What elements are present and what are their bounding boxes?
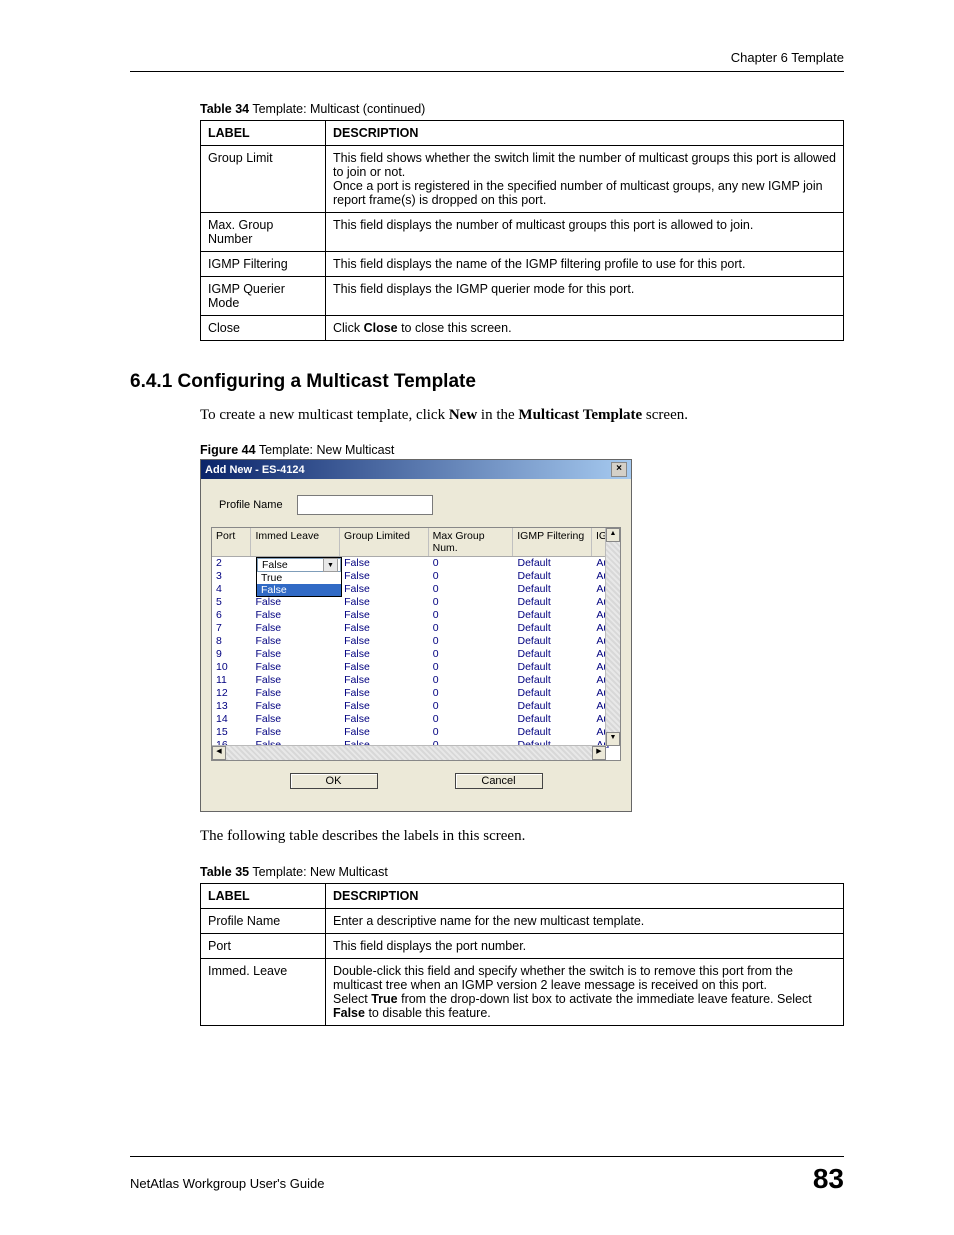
desc-cell: Double-click this field and specify whet… — [326, 958, 844, 1025]
figure44-number: Figure 44 — [200, 443, 256, 457]
grid-row[interactable]: 15FalseFalse0DefaultAu — [212, 726, 620, 739]
table35-number: Table 35 — [200, 865, 249, 879]
grid-row[interactable]: 14FalseFalse0DefaultAu — [212, 713, 620, 726]
desc-cell: This field displays the port number. — [326, 933, 844, 958]
scroll-left-icon[interactable]: ◀ — [212, 746, 226, 760]
table-row: CloseClick Close to close this screen. — [201, 316, 844, 341]
table-row: Profile NameEnter a descriptive name for… — [201, 908, 844, 933]
add-new-dialog: Add New - ES-4124 × Profile Name Port Im… — [200, 459, 632, 812]
scroll-up-icon[interactable]: ▲ — [606, 528, 620, 542]
dialog-title-text: Add New - ES-4124 — [205, 464, 305, 476]
dropdown-option-true[interactable]: True — [257, 572, 341, 584]
dialog-titlebar: Add New - ES-4124 × — [201, 460, 631, 479]
table35: LABEL DESCRIPTION Profile NameEnter a de… — [200, 883, 844, 1026]
label-cell: Group Limit — [201, 146, 326, 213]
grid-row[interactable]: 6FalseFalse0DefaultAu — [212, 609, 620, 622]
label-cell: Max. Group Number — [201, 213, 326, 252]
table34: LABEL DESCRIPTION Group LimitThis field … — [200, 120, 844, 341]
chapter-header: Chapter 6 Template — [130, 50, 844, 65]
label-cell: IGMP Querier Mode — [201, 277, 326, 316]
table34-title: Template: Multicast (continued) — [249, 102, 425, 116]
label-cell: Profile Name — [201, 908, 326, 933]
grid-row[interactable]: 5FalseFalse0DefaultAu — [212, 596, 620, 609]
col-port[interactable]: Port — [212, 528, 251, 556]
grid-row[interactable]: 12FalseFalse0DefaultAu — [212, 687, 620, 700]
desc-cell: This field shows whether the switch limi… — [326, 146, 844, 213]
scroll-down-icon[interactable]: ▼ — [606, 732, 620, 746]
grid-row[interactable]: 9FalseFalse0DefaultAu — [212, 648, 620, 661]
desc-cell: This field displays the name of the IGMP… — [326, 252, 844, 277]
desc-cell: This field displays the number of multic… — [326, 213, 844, 252]
col-igmp-filtering[interactable]: IGMP Filtering — [513, 528, 592, 556]
dropdown-option-false[interactable]: False — [257, 584, 341, 596]
col-group-limited[interactable]: Group Limited — [340, 528, 429, 556]
immed-leave-dropdown[interactable]: False ▼ True False — [256, 557, 342, 597]
grid-header: Port Immed Leave Group Limited Max Group… — [212, 528, 620, 557]
grid-row[interactable]: 10FalseFalse0DefaultAu — [212, 661, 620, 674]
label-cell: Close — [201, 316, 326, 341]
section-heading: 6.4.1 Configuring a Multicast Template — [130, 371, 844, 393]
table35-intro: The following table describes the labels… — [200, 826, 844, 846]
table-row: IGMP FilteringThis field displays the na… — [201, 252, 844, 277]
table35-caption: Table 35 Template: New Multicast — [200, 865, 844, 879]
label-cell: Port — [201, 933, 326, 958]
vertical-scrollbar[interactable]: ▲ ▼ — [605, 528, 620, 746]
footer-page-number: 83 — [813, 1163, 844, 1195]
col-max-group-num[interactable]: Max Group Num. — [429, 528, 514, 556]
desc-cell: Click Close to close this screen. — [326, 316, 844, 341]
figure44-caption: Figure 44 Template: New Multicast — [200, 443, 844, 457]
label-cell: Immed. Leave — [201, 958, 326, 1025]
grid-row[interactable]: 8FalseFalse0DefaultAu — [212, 635, 620, 648]
section-intro: To create a new multicast template, clic… — [200, 405, 844, 425]
dialog-close-button[interactable]: × — [611, 462, 627, 477]
table-row: Group LimitThis field shows whether the … — [201, 146, 844, 213]
desc-cell: This field displays the IGMP querier mod… — [326, 277, 844, 316]
grid-row[interactable]: 7FalseFalse0DefaultAu — [212, 622, 620, 635]
figure44-title: Template: New Multicast — [256, 443, 395, 457]
col-immed-leave[interactable]: Immed Leave — [251, 528, 340, 556]
page-footer: NetAtlas Workgroup User's Guide 83 — [130, 1156, 844, 1195]
grid-row[interactable]: 11FalseFalse0DefaultAu — [212, 674, 620, 687]
footer-guide-title: NetAtlas Workgroup User's Guide — [130, 1176, 324, 1191]
profile-name-input[interactable] — [297, 495, 433, 515]
table-row: Max. Group NumberThis field displays the… — [201, 213, 844, 252]
table34-number: Table 34 — [200, 102, 249, 116]
table35-title: Template: New Multicast — [249, 865, 388, 879]
dropdown-selected: False — [262, 559, 288, 571]
table-row: PortThis field displays the port number. — [201, 933, 844, 958]
horizontal-scrollbar[interactable]: ◀ ▶ — [212, 745, 606, 760]
chevron-down-icon[interactable]: ▼ — [323, 558, 338, 572]
header-rule — [130, 71, 844, 72]
table34-caption: Table 34 Template: Multicast (continued) — [200, 102, 844, 116]
table-row: Immed. LeaveDouble-click this field and … — [201, 958, 844, 1025]
ok-button[interactable]: OK — [290, 773, 378, 789]
table35-head-label: LABEL — [201, 883, 326, 908]
table-row: IGMP Querier ModeThis field displays the… — [201, 277, 844, 316]
desc-cell: Enter a descriptive name for the new mul… — [326, 908, 844, 933]
cancel-button[interactable]: Cancel — [455, 773, 543, 789]
scroll-right-icon[interactable]: ▶ — [592, 746, 606, 760]
profile-name-label: Profile Name — [219, 499, 283, 511]
label-cell: IGMP Filtering — [201, 252, 326, 277]
port-grid: Port Immed Leave Group Limited Max Group… — [211, 527, 621, 761]
table34-head-label: LABEL — [201, 121, 326, 146]
footer-rule — [130, 1156, 844, 1157]
table35-head-desc: DESCRIPTION — [326, 883, 844, 908]
grid-row[interactable]: 13FalseFalse0DefaultAu — [212, 700, 620, 713]
table34-head-desc: DESCRIPTION — [326, 121, 844, 146]
